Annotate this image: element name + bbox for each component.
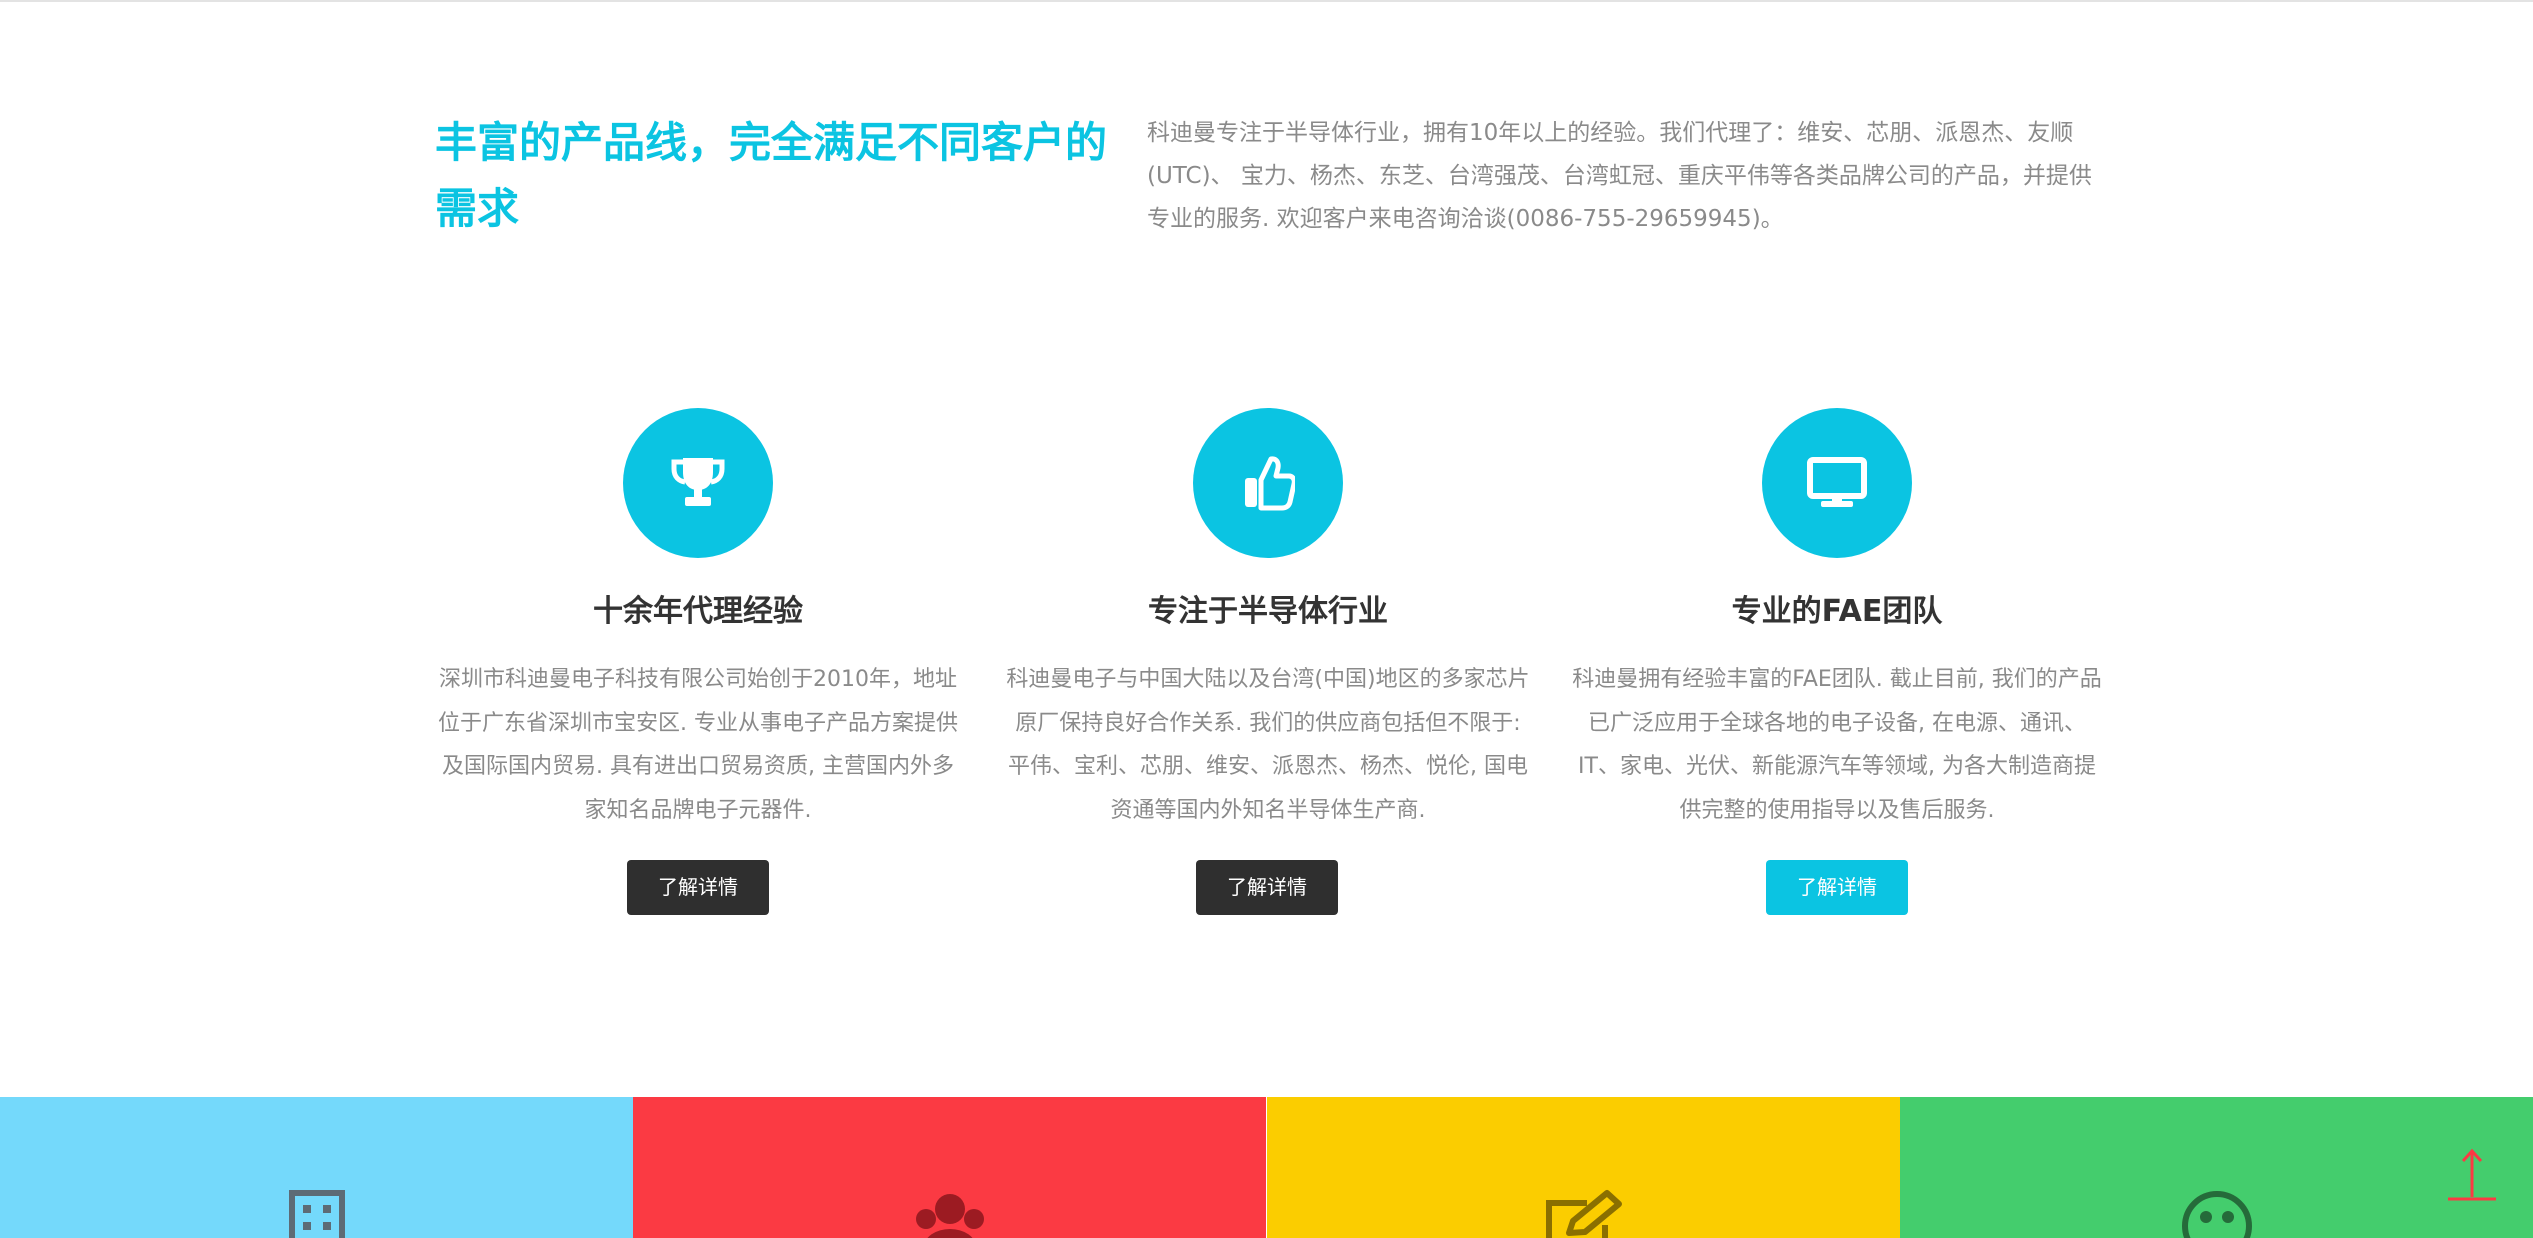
section-title: 丰富的产品线，完全满足不同客户的需求 bbox=[435, 118, 1108, 233]
team-icon bbox=[915, 1194, 984, 1238]
scroll-to-top-button[interactable] bbox=[2446, 1148, 2498, 1202]
feature-card-fae-team: 专业的FAE团队 科迪曼拥有经验丰富的FAE团队. 截止目前, 我们的产品已广泛… bbox=[1572, 408, 2102, 832]
feature-card-experience: 十余年代理经验 深圳市科迪曼电子科技有限公司始创于2010年，地址位于广东省深圳… bbox=[433, 408, 963, 832]
edit-icon bbox=[1545, 1190, 1622, 1238]
feature-text: 科迪曼拥有经验丰富的FAE团队. 截止目前, 我们的产品已广泛应用于全球各地的电… bbox=[1572, 667, 2102, 823]
feature-text: 深圳市科迪曼电子科技有限公司始创于2010年，地址位于广东省深圳市宝安区. 专业… bbox=[438, 667, 958, 823]
feature-card-semiconductor: 专注于半导体行业 科迪曼电子与中国大陆以及台湾(中国)地区的多家芯片原厂保持良好… bbox=[1003, 408, 1533, 832]
stat-band-yellow bbox=[1267, 1097, 1900, 1238]
feature-title: 十余年代理经验 bbox=[593, 594, 803, 629]
learn-more-button[interactable]: 了解详情 bbox=[627, 860, 769, 915]
stat-band-green bbox=[1900, 1097, 2533, 1238]
smiley-icon bbox=[2181, 1191, 2252, 1238]
feature-title: 专业的FAE团队 bbox=[1731, 594, 1943, 629]
feature-icon-circle bbox=[623, 408, 773, 558]
feature-icon-circle bbox=[1193, 408, 1343, 558]
thumbs-up-icon bbox=[1245, 456, 1295, 511]
top-divider bbox=[0, 0, 2533, 2]
feature-text: 科迪曼电子与中国大陆以及台湾(中国)地区的多家芯片原厂保持良好合作关系. 我们的… bbox=[1006, 667, 1530, 823]
trophy-icon bbox=[671, 458, 725, 506]
section-intro-text: 科迪曼专注于半导体行业，拥有10年以上的经验。我们代理了：维安、芯朋、派恩杰、友… bbox=[1147, 120, 2092, 232]
monitor-icon bbox=[1807, 457, 1867, 507]
building-icon bbox=[288, 1190, 345, 1238]
stat-band-blue bbox=[0, 1097, 633, 1238]
learn-more-button[interactable]: 了解详情 bbox=[1196, 860, 1338, 915]
stat-band-red bbox=[633, 1097, 1266, 1238]
learn-more-button[interactable]: 了解详情 bbox=[1766, 860, 1908, 915]
feature-icon-circle bbox=[1762, 408, 1912, 558]
arrow-up-icon bbox=[2448, 1148, 2496, 1201]
feature-title: 专注于半导体行业 bbox=[1148, 594, 1388, 629]
